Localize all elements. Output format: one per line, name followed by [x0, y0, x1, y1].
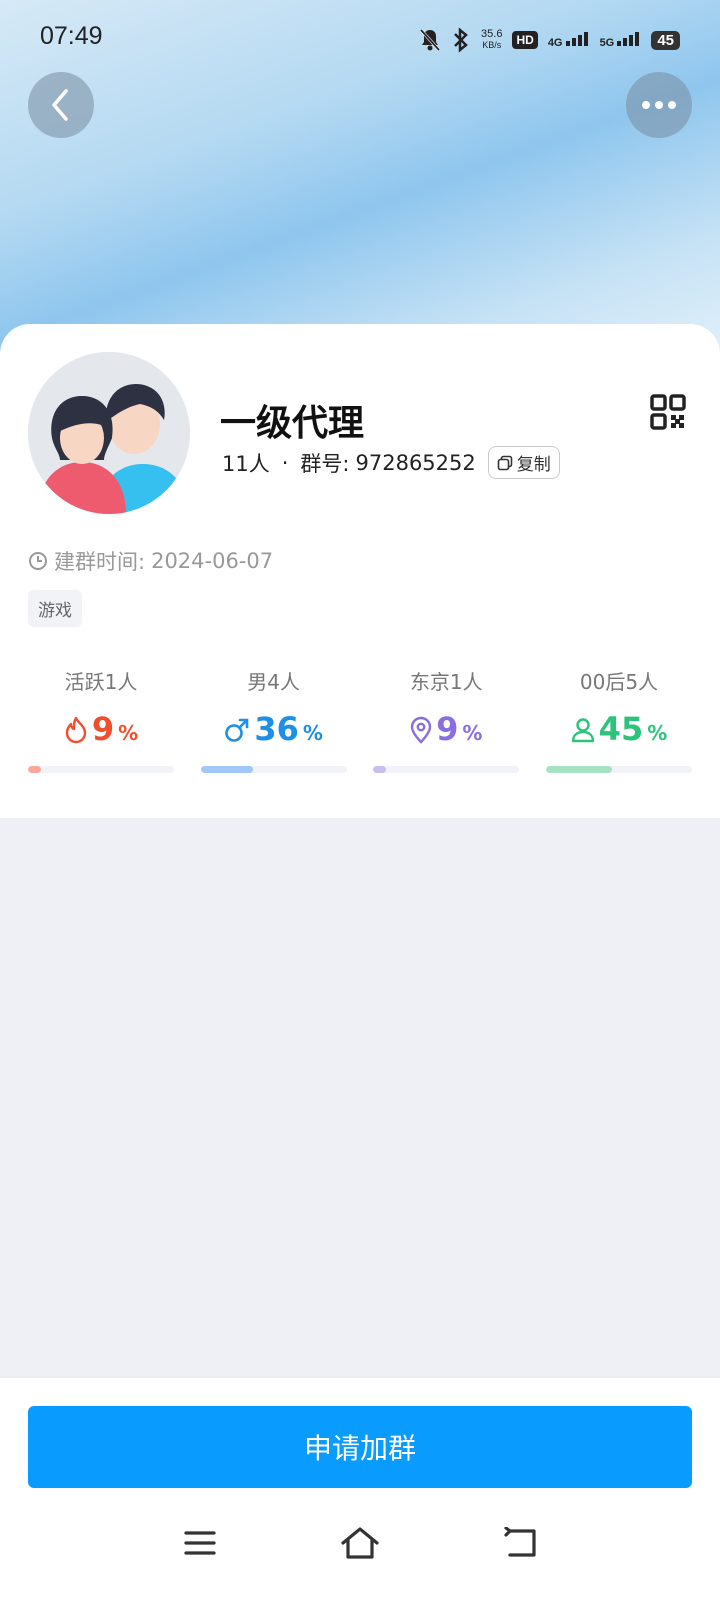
stat-bar [373, 766, 520, 773]
stat-bar [28, 766, 174, 773]
qr-code-button[interactable] [650, 394, 686, 430]
stat-value: 9 % [410, 710, 482, 750]
battery-indicator: 45 [651, 30, 680, 50]
created-date: 2024-06-07 [151, 549, 274, 573]
home-nav-button[interactable] [335, 1518, 385, 1568]
stat-bar [200, 766, 347, 773]
signal-5g-label: 5G [599, 37, 615, 49]
stat-value: 9 % [64, 710, 138, 750]
stat-bar-fill [28, 766, 42, 773]
stat-number: 9 [436, 710, 459, 748]
home-icon [341, 1527, 379, 1559]
stat-active: 活跃1人 9 % [28, 666, 174, 773]
chevron-left-icon [52, 89, 68, 121]
location-pin-icon [410, 716, 432, 744]
back-nav-button[interactable] [496, 1518, 546, 1568]
stat-location: 东京1人 9 % [373, 666, 520, 773]
copy-id-button[interactable]: 复制 [487, 446, 560, 479]
stat-label: 东京1人 [409, 670, 483, 694]
system-nav-bar [0, 1508, 720, 1578]
stat-bar-fill [373, 766, 387, 773]
group-id: 972865252 [355, 450, 476, 475]
stat-value: 45 % [571, 710, 668, 750]
stat-label: 男4人 [247, 670, 301, 694]
bottom-panel: 申请加群 [0, 1378, 720, 1600]
stat-age: 00后5人 45 % [545, 666, 692, 773]
group-id-label: 群号: [300, 451, 350, 476]
network-speed: 35.6 KB/s [481, 29, 502, 51]
signal-bars-icon [565, 32, 588, 46]
group-info-card: 一级代理 11人 · 群号: 972865252 复制 建群时间: 2024-0… [0, 324, 720, 818]
network-speed-unit: KB/s [482, 40, 502, 50]
mute-bell-icon [419, 28, 441, 52]
stat-number: 36 [254, 710, 299, 748]
signal-4g: 4G [547, 32, 590, 49]
category-tag[interactable]: 游戏 [28, 590, 82, 627]
copy-label: 复制 [516, 455, 551, 475]
more-dots-icon [642, 101, 676, 109]
group-avatar-icon [28, 352, 190, 514]
copy-icon [497, 455, 513, 470]
stat-number: 45 [598, 710, 644, 748]
stat-male: 男4人 36 % [200, 666, 347, 773]
group-avatar[interactable] [28, 352, 190, 514]
return-icon [504, 1527, 536, 1557]
hd-badge: HD [512, 31, 538, 49]
stat-label: 00后5人 [579, 670, 659, 694]
stat-unit: % [462, 721, 483, 745]
clock-icon [29, 552, 47, 570]
male-icon [225, 718, 249, 742]
stat-label: 活跃1人 [64, 670, 138, 694]
stat-number: 9 [91, 710, 115, 748]
network-speed-value: 35.6 [481, 28, 503, 40]
menu-icon [184, 1531, 216, 1555]
stat-unit: % [647, 721, 668, 745]
menu-nav-button[interactable] [175, 1518, 225, 1568]
signal-bars-icon [617, 32, 640, 46]
stat-bar [545, 766, 692, 773]
stat-bar-fill [545, 766, 612, 773]
stat-unit: % [118, 721, 139, 745]
person-icon [571, 718, 594, 743]
group-name: 一级代理 [220, 403, 365, 444]
join-group-button[interactable]: 申请加群 [28, 1406, 692, 1488]
meta-separator: · [281, 450, 289, 475]
created-info: 建群时间: 2024-06-07 [28, 546, 273, 576]
member-count: 11人 [222, 451, 270, 476]
signal-5g: 5G [599, 32, 642, 49]
more-options-button[interactable] [626, 72, 692, 138]
flame-icon [65, 716, 87, 744]
status-bar: 07:49 35.6 KB/s HD 4G 5G 45 [0, 0, 720, 80]
stats-row: 活跃1人 9 % 男4人 36 % 东京1人 9 % 00后5人 45 % [28, 666, 692, 773]
stat-bar-fill [200, 766, 254, 773]
created-label: 建群时间: [54, 550, 146, 574]
qr-code-icon [650, 394, 686, 430]
stat-value: 36 % [224, 710, 323, 750]
group-meta: 11人 · 群号: 972865252 复制 [222, 446, 560, 479]
stat-unit: % [302, 721, 323, 745]
status-time: 07:49 [40, 22, 103, 50]
signal-4g-label: 4G [547, 37, 563, 49]
bluetooth-icon [454, 27, 468, 53]
status-icons: 35.6 KB/s HD 4G 5G 45 [419, 26, 680, 54]
back-button[interactable] [28, 72, 94, 138]
